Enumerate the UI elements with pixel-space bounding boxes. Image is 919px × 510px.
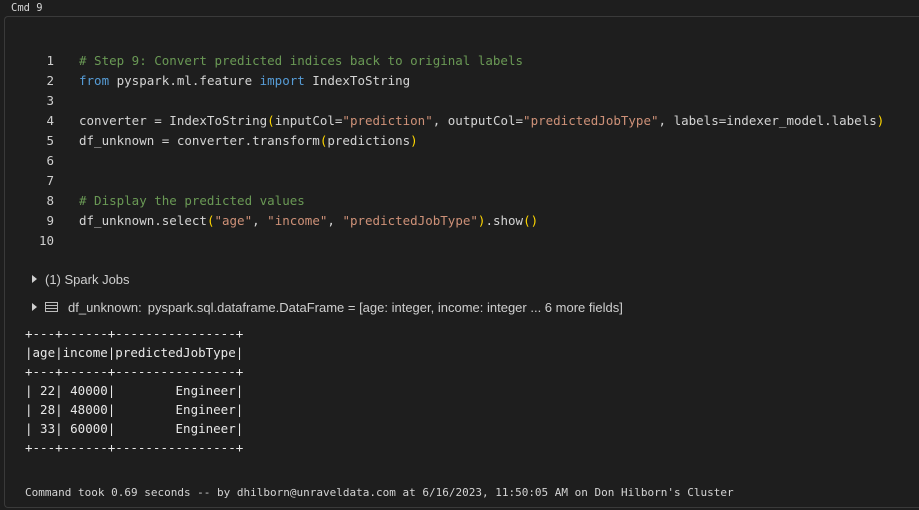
code-line[interactable]: 4 converter = IndexToString(inputCol="pre… [5,111,919,131]
code-text: converter = IndexToString(inputCol="pred… [79,111,884,131]
code-line[interactable]: 3 [5,91,919,111]
code-editor[interactable]: 1 # Step 9: Convert predicted indices bac… [5,51,919,251]
code-token: "predictedJobType" [342,213,478,228]
dataframe-schema-toggle[interactable]: df_unknown: pyspark.sql.dataframe.DataFr… [32,298,623,316]
code-token: import [259,73,305,88]
line-number: 10 [38,233,54,248]
code-token: # Step 9: Convert predicted indices back… [79,53,524,68]
code-line[interactable]: 8 # Display the predicted values [5,191,919,211]
code-line[interactable]: 6 [5,151,919,171]
code-token: "prediction" [342,113,433,128]
line-number: 8 [46,193,54,208]
code-token: "income" [267,213,328,228]
code-token: .show [485,213,524,228]
code-token: ) [876,113,885,128]
output-line: | 33| 60000| Engineer| [25,421,244,436]
code-token: ) [410,133,418,148]
line-number: 6 [46,153,54,168]
code-token: df_unknown = converter.transform [79,133,320,148]
line-number: 1 [46,53,54,68]
code-token: , labels=indexer_model.labels [658,113,877,128]
line-number: 9 [46,213,54,228]
code-line[interactable]: 10 [5,231,919,251]
code-token: converter = IndexToString [79,113,268,128]
dataframe-name: df_unknown: [68,299,142,315]
spark-jobs-label: (1) Spark Jobs [45,271,130,287]
dataframe-type: pyspark.sql.dataframe.DataFrame = [age: … [147,299,623,315]
code-token: "age" [214,213,253,228]
code-line[interactable]: 7 [5,171,919,191]
output-line: | 28| 48000| Engineer| [25,402,244,417]
code-line[interactable]: 5 df_unknown = converter.transform(predic… [5,131,919,151]
code-token: predictions [327,133,411,148]
code-token: pyspark.ml.feature [109,73,260,88]
spark-jobs-toggle[interactable]: (1) Spark Jobs [32,270,130,288]
chevron-right-icon [32,303,37,311]
code-line[interactable]: 1 # Step 9: Convert predicted indices bac… [5,51,919,71]
code-token: # Display the predicted values [79,193,305,208]
code-token: df_unknown.select [79,213,207,228]
output-line: |age|income|predictedJobType| [25,345,244,360]
notebook-cell[interactable]: 1 # Step 9: Convert predicted indices bac… [4,16,919,508]
code-token: "predictedJobType" [523,113,659,128]
command-footer: Command took 0.69 seconds -- by dhilborn… [25,486,734,499]
output-line: +---+------+----------------+ [25,326,244,341]
code-text: # Display the predicted values [79,191,305,211]
code-text: df_unknown.select("age", "income", "pred… [79,211,538,231]
line-number: 2 [46,73,54,88]
code-token: from [79,73,110,88]
code-token: , outputCol= [432,113,524,128]
cell-output: +---+------+----------------+ |age|income… [25,324,243,457]
code-token: IndexToString [304,73,411,88]
code-token: , [327,213,343,228]
chevron-right-icon [32,275,37,283]
line-number: 4 [46,113,54,128]
code-token: () [523,213,539,228]
output-line: +---+------+----------------+ [25,364,244,379]
output-line: +---+------+----------------+ [25,440,244,455]
code-line[interactable]: 2 from pyspark.ml.feature import IndexToS… [5,71,919,91]
code-token: ( [267,113,275,128]
code-token: inputCol= [274,113,343,128]
output-line: | 22| 40000| Engineer| [25,383,244,398]
code-text: df_unknown = converter.transform(predict… [79,131,418,151]
code-text: from pyspark.ml.feature import IndexToSt… [79,71,410,91]
cmd-label: Cmd 9 [11,2,43,14]
code-line[interactable]: 9 df_unknown.select("age", "income", "pre… [5,211,919,231]
code-token: , [252,213,268,228]
code-text: # Step 9: Convert predicted indices back… [79,51,523,71]
table-icon [45,302,58,312]
line-number: 7 [46,173,54,188]
line-number: 3 [46,93,54,108]
line-number: 5 [46,133,54,148]
